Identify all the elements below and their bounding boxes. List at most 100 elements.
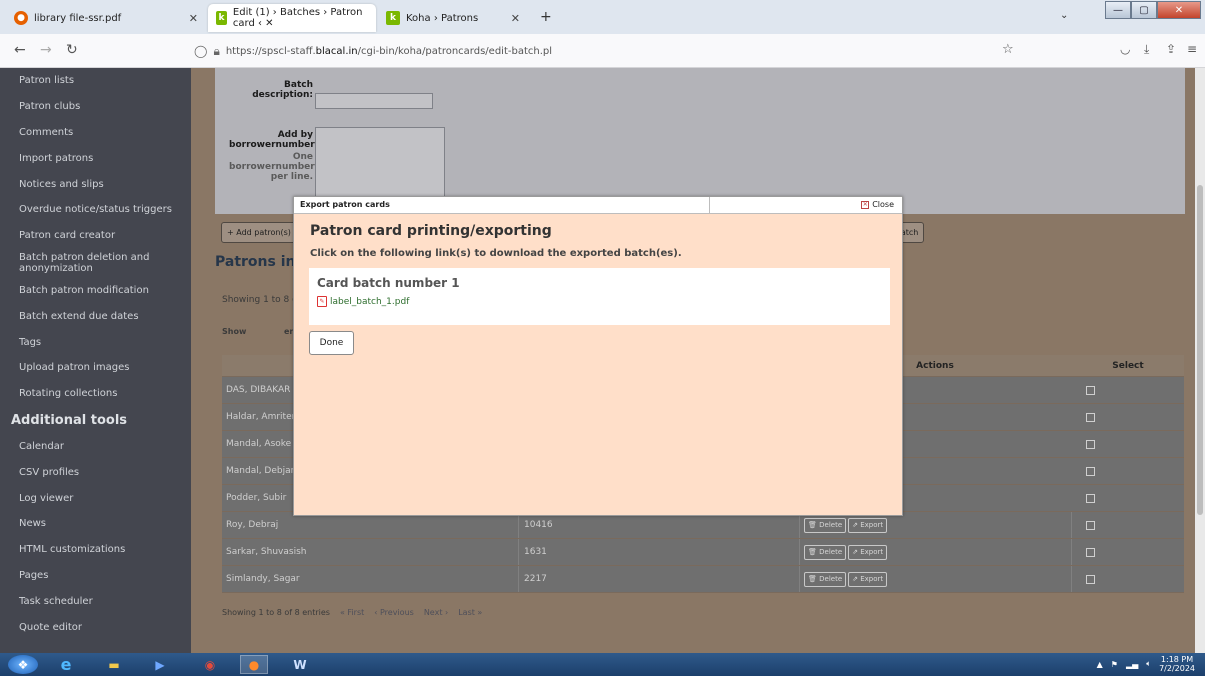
batch-description-input[interactable] [315, 93, 433, 109]
patron-name[interactable]: Mandal, Debjan [222, 458, 296, 484]
patron-name[interactable]: Haldar, Amriten [222, 404, 297, 430]
sidebar-item-batch-deletion[interactable]: Batch patron deletion and anonymization [0, 249, 191, 278]
patron-name[interactable]: Sarkar, Shuvasish [222, 539, 306, 565]
sidebar-item-batch-modification[interactable]: Batch patron modification [0, 278, 191, 304]
sidebar-item-calendar[interactable]: Calendar [0, 434, 191, 460]
window-close-icon[interactable]: ✕ [1157, 1, 1201, 19]
sidebar-item-tags[interactable]: Tags [0, 329, 191, 355]
maximize-icon[interactable]: ▢ [1131, 1, 1157, 19]
sidebar-item-pages[interactable]: Pages [0, 563, 191, 589]
borrowernumber-textarea[interactable] [315, 127, 445, 197]
ie-icon[interactable]: e [52, 655, 80, 674]
minimize-icon[interactable]: — [1105, 1, 1131, 19]
sidebar-item-news[interactable]: News [0, 511, 191, 537]
pager-first[interactable]: « First [340, 608, 364, 617]
url-bar[interactable]: ◯ 🔒︎ https://spscl-staff. blacal.in/cgi-b… [188, 38, 1026, 64]
sidebar-item-csv-profiles[interactable]: CSV profiles [0, 459, 191, 485]
delete-button[interactable]: 🗑︎ Delete [804, 544, 847, 560]
modal-title: Export patron cards [300, 200, 390, 209]
select-checkbox[interactable] [1086, 466, 1095, 476]
sidebar-item-html-customizations[interactable]: HTML customizations [0, 537, 191, 563]
folder-icon[interactable]: ▬ [100, 655, 128, 674]
browser-nav-bar: ← → ↻ ◯ 🔒︎ https://spscl-staff. blacal.in… [0, 34, 1205, 68]
patron-name[interactable]: Mandal, Asoke [222, 431, 291, 457]
firefox-taskbar-icon[interactable]: ● [240, 655, 268, 674]
select-checkbox[interactable] [1086, 412, 1095, 422]
system-tray: ▲ ⚑ ▂▄ 🔈︎ 1:18 PM 7/2/2024 [1097, 655, 1195, 673]
select-checkbox[interactable] [1086, 547, 1095, 557]
pager-last[interactable]: Last » [458, 608, 482, 617]
patron-name[interactable]: Roy, Debraj [222, 512, 278, 538]
patron-name[interactable]: Simlandy, Sagar [222, 566, 300, 592]
sidebar-item-import-patrons[interactable]: Import patrons [0, 145, 191, 171]
sidebar-item-task-scheduler[interactable]: Task scheduler [0, 588, 191, 614]
pdf-download-link[interactable]: ✎ label_batch_1.pdf [317, 296, 409, 307]
select-checkbox[interactable] [1086, 520, 1095, 530]
flag-icon[interactable]: ⚑ [1111, 660, 1118, 669]
add-by-label: Add by borrowernumber( [229, 130, 319, 150]
new-tab-icon[interactable]: + [540, 9, 552, 25]
tray-up-icon[interactable]: ▲ [1097, 660, 1103, 669]
reload-icon[interactable]: ↻ [66, 42, 78, 58]
sidebar-item-batch-extend[interactable]: Batch extend due dates [0, 303, 191, 329]
menu-icon[interactable]: ≡ [1187, 42, 1197, 56]
bookmark-star-icon[interactable]: ☆ [1002, 42, 1014, 57]
export-button[interactable]: ⇗ Export [848, 571, 888, 587]
select-checkbox[interactable] [1086, 439, 1095, 449]
signal-icon[interactable]: ▂▄ [1126, 660, 1138, 669]
pager-previous[interactable]: ‹ Previous [374, 608, 414, 617]
chrome-icon[interactable]: ◉ [196, 655, 224, 674]
windows-taskbar: ❖ e ▬ ▶ ◉ ● W ▲ ⚑ ▂▄ 🔈︎ 1:18 PM 7/2/2024 [0, 653, 1205, 676]
select-checkbox[interactable] [1086, 574, 1095, 584]
batch-description-label: Batch description: [252, 80, 313, 100]
patron-name[interactable]: Podder, Subir [222, 485, 286, 511]
word-icon[interactable]: W [286, 655, 314, 674]
done-button[interactable]: Done [309, 331, 354, 355]
sidebar-item-patron-lists[interactable]: Patron lists [0, 68, 191, 94]
delete-button[interactable]: 🗑︎ Delete [804, 571, 847, 587]
tab-close-icon[interactable]: ✕ [511, 12, 520, 25]
modal-close-button[interactable]: ✕ Close [861, 200, 894, 209]
patron-name[interactable]: DAS, DIBAKAR [222, 377, 290, 403]
tab-edit-batch[interactable]: k Edit (1) › Batches › Patron card ‹ ✕ [208, 4, 376, 32]
volume-icon[interactable]: 🔈︎ [1146, 659, 1151, 669]
pocket-icon[interactable]: ◡ [1120, 42, 1130, 56]
sidebar-item-comments[interactable]: Comments [0, 120, 191, 146]
media-player-icon[interactable]: ▶ [146, 655, 174, 674]
sidebar-item-patron-card-creator[interactable]: Patron card creator [0, 223, 191, 249]
close-icon: ✕ [861, 200, 870, 209]
share-icon[interactable]: ⇪ [1166, 42, 1176, 56]
select-checkbox[interactable] [1086, 493, 1095, 503]
delete-button[interactable]: 🗑︎ Delete [804, 517, 847, 533]
showing-entries-top: Showing 1 to 8 o [222, 295, 298, 305]
col-select-header[interactable]: Select [1072, 355, 1184, 376]
add-patrons-button[interactable]: + Add patron(s) [221, 222, 297, 243]
select-checkbox[interactable] [1086, 385, 1095, 395]
pager-next[interactable]: Next › [424, 608, 448, 617]
koha-icon: k [386, 11, 400, 25]
sidebar-item-rotating-collections[interactable]: Rotating collections [0, 381, 191, 407]
export-button[interactable]: ⇗ Export [848, 517, 888, 533]
patron-card-number: 1631 [524, 547, 547, 557]
sidebar-item-overdue-triggers[interactable]: Overdue notice/status triggers [0, 197, 191, 223]
scrollbar-thumb[interactable] [1197, 185, 1203, 515]
clock[interactable]: 1:18 PM 7/2/2024 [1159, 655, 1195, 673]
export-button[interactable]: ⇗ Export [848, 544, 888, 560]
download-icon[interactable]: ⤓ [1144, 42, 1149, 57]
sidebar-item-quote-editor[interactable]: Quote editor [0, 614, 191, 640]
sidebar-item-patron-clubs[interactable]: Patron clubs [0, 94, 191, 120]
page-scrollbar[interactable] [1195, 68, 1205, 653]
tab-pdf[interactable]: ● library file-ssr.pdf ✕ [6, 4, 206, 32]
batch-heading: Card batch number 1 [317, 276, 460, 290]
start-icon[interactable]: ❖ [8, 655, 38, 674]
sidebar-item-upload-images[interactable]: Upload patron images [0, 355, 191, 381]
table-pager: Showing 1 to 8 of 8 entries « First ‹ Pr… [222, 608, 482, 617]
tab-close-icon[interactable]: ✕ [189, 12, 198, 25]
tab-koha-patrons[interactable]: k Koha › Patrons ✕ [378, 4, 528, 32]
tab-list-chevron-icon[interactable]: ⌄ [1060, 10, 1068, 21]
forward-arrow-icon[interactable]: → [40, 42, 52, 58]
back-arrow-icon[interactable]: ← [14, 42, 26, 58]
sidebar-item-log-viewer[interactable]: Log viewer [0, 485, 191, 511]
table-row: Sarkar, Shuvasish 1631 🗑︎ Delete ⇗ Expor… [222, 539, 1184, 566]
sidebar-item-notices[interactable]: Notices and slips [0, 171, 191, 197]
